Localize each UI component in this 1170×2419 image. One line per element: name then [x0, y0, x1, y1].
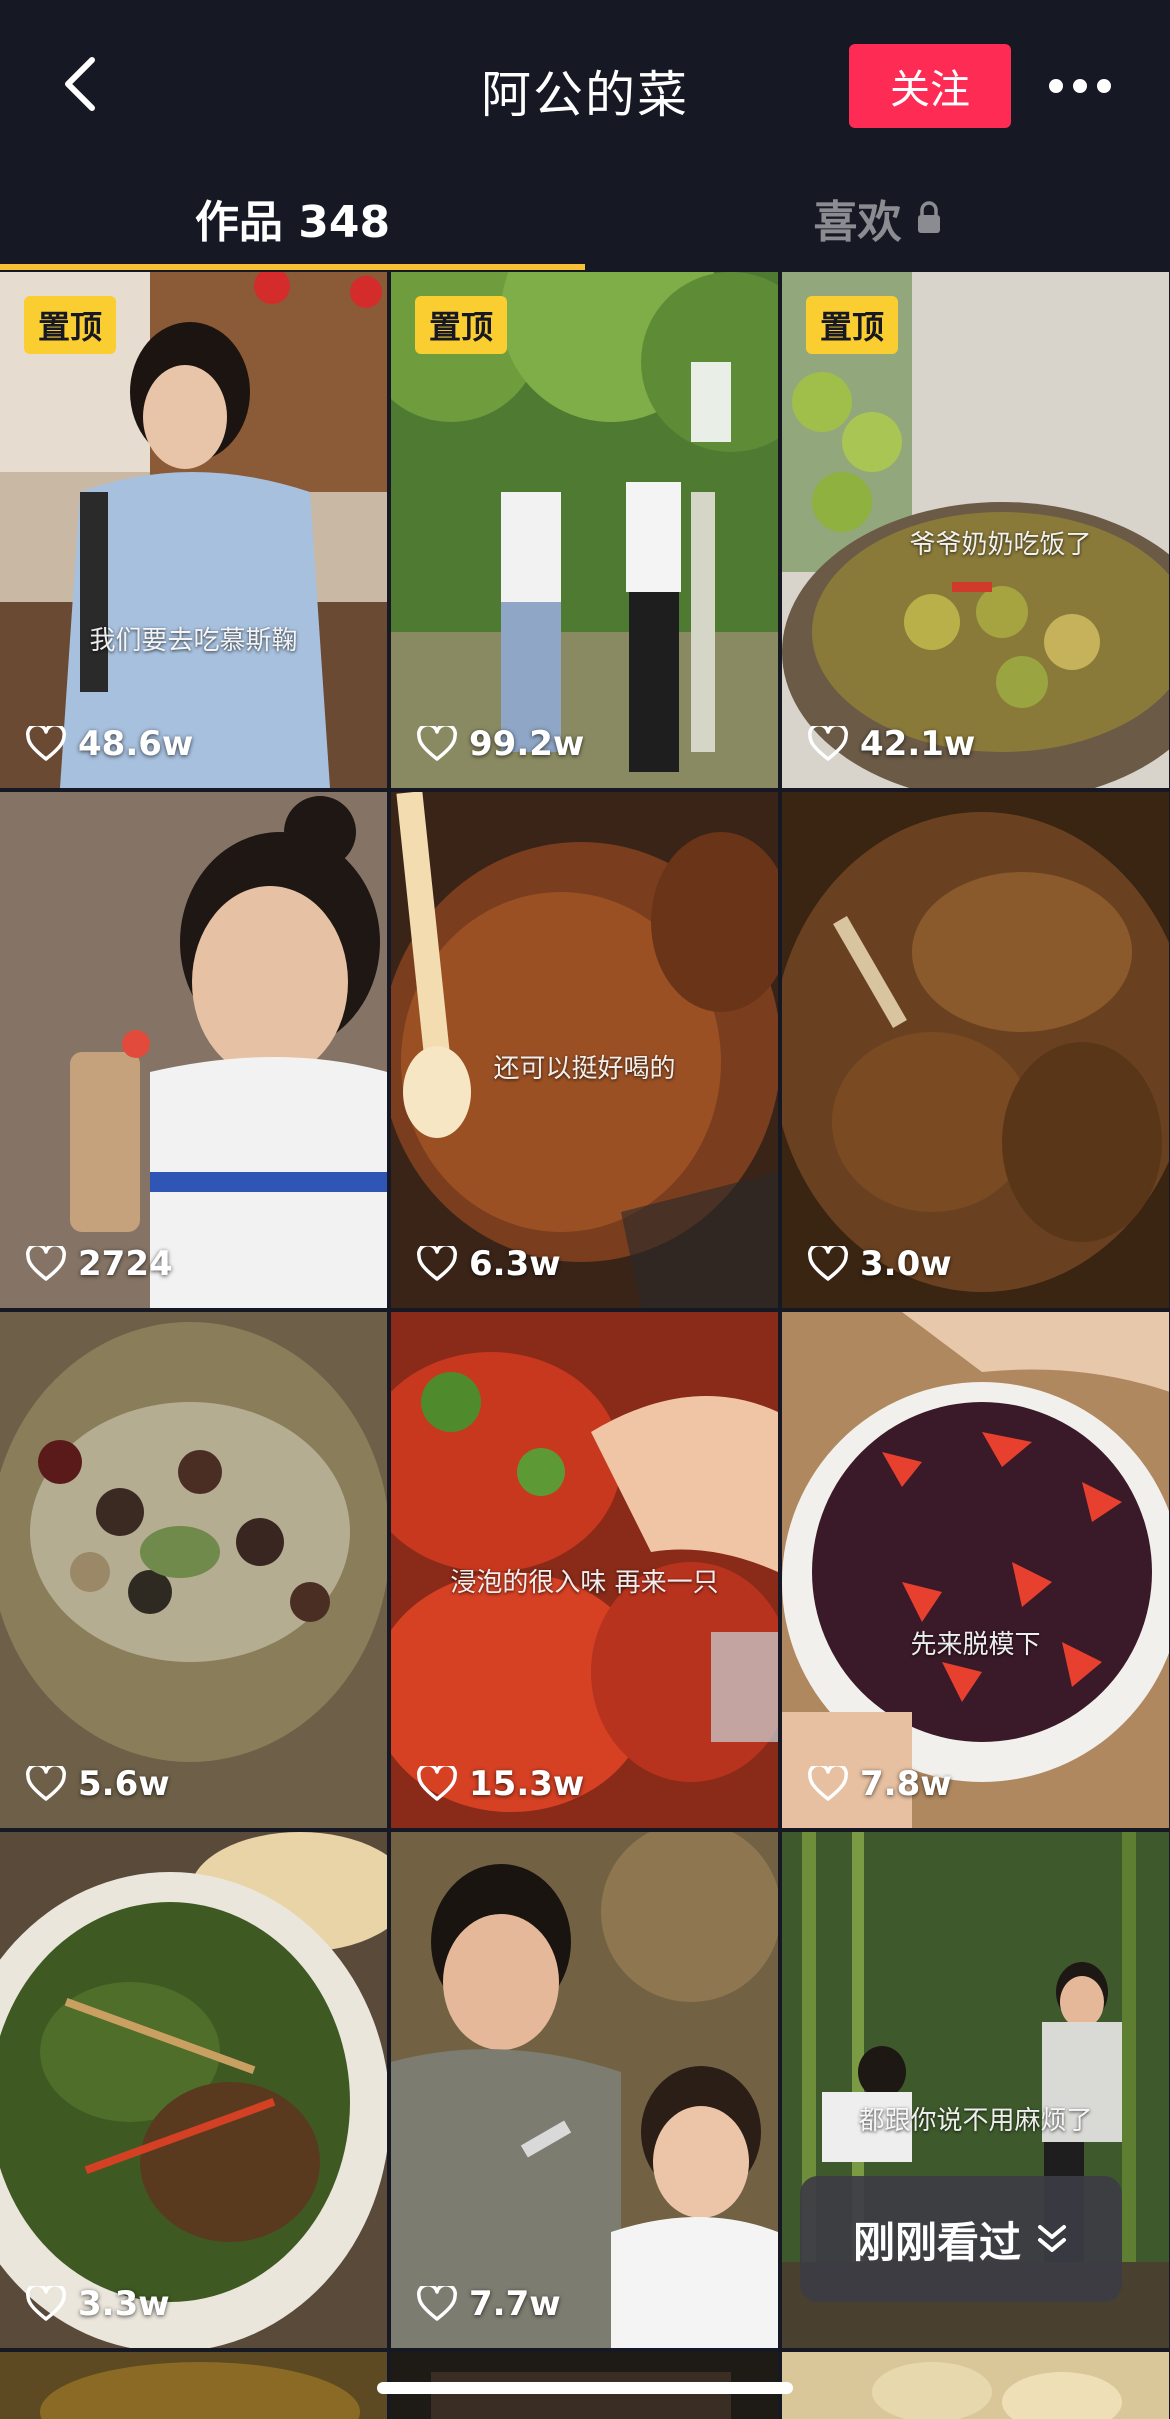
pinned-badge: 置顶 — [806, 296, 899, 354]
like-count: 5.6w — [26, 1764, 170, 1804]
thumbnail-image — [0, 2352, 387, 2419]
more-button[interactable] — [1040, 58, 1120, 114]
like-count: 99.2w — [417, 724, 584, 764]
video-caption: 浸泡的很入味 再来一只 — [450, 1568, 719, 1598]
video-thumbnail[interactable]: 5.6w — [0, 1312, 387, 1828]
active-tab-indicator — [0, 264, 585, 270]
video-caption: 还可以挺好喝的 — [493, 1054, 676, 1084]
lock-icon — [916, 201, 942, 235]
like-count-value: 2724 — [78, 1244, 173, 1284]
pinned-badge: 置顶 — [415, 296, 508, 354]
like-count: 3.3w — [26, 2284, 170, 2324]
heart-icon — [26, 1766, 66, 1801]
like-count-value: 6.3w — [469, 1244, 561, 1284]
profile-screen: 阿公的菜 关注 作品 348 喜欢 置顶 我们要去吃慕斯鞠 48.6w 置顶 9… — [0, 0, 1170, 2419]
heart-icon — [417, 1766, 457, 1801]
video-thumbnail[interactable]: 7.7w — [391, 1832, 778, 2348]
top-bar: 阿公的菜 关注 — [0, 0, 1170, 170]
like-count: 6.3w — [417, 1244, 561, 1284]
video-caption: 爷爷奶奶吃饭了 — [909, 530, 1092, 560]
thumbnail-image — [782, 1312, 1169, 1828]
like-count-value: 15.3w — [469, 1764, 585, 1804]
video-caption: 先来脱模下 — [910, 1630, 1041, 1660]
heart-icon — [808, 726, 848, 761]
thumbnail-image — [0, 792, 387, 1308]
tab-works-label: 作品 348 — [194, 197, 391, 248]
heart-icon — [26, 726, 66, 761]
heart-icon — [26, 1246, 66, 1281]
like-count-value: 3.3w — [78, 2284, 170, 2324]
video-thumbnail[interactable]: 3.3w — [0, 1832, 387, 2348]
tab-works[interactable]: 作品 348 — [0, 170, 585, 266]
like-count-value: 5.6w — [78, 1764, 170, 1804]
double-chevron-down-icon — [1038, 2225, 1066, 2252]
pinned-badge: 置顶 — [24, 296, 117, 354]
video-thumbnail[interactable]: 置顶 99.2w — [391, 272, 778, 788]
like-count: 15.3w — [417, 1764, 584, 1804]
video-thumbnail[interactable]: 先来脱模下 7.8w — [782, 1312, 1169, 1828]
video-thumbnail[interactable] — [0, 2352, 387, 2419]
heart-icon — [417, 2286, 457, 2321]
tab-likes-label: 喜欢 — [813, 197, 902, 248]
video-thumbnail[interactable]: 2724 — [0, 792, 387, 1308]
heart-icon — [417, 1246, 457, 1281]
heart-icon — [417, 726, 457, 761]
follow-button[interactable]: 关注 — [849, 44, 1011, 128]
tab-likes[interactable]: 喜欢 — [585, 170, 1170, 266]
heart-icon — [26, 2286, 66, 2321]
thumbnail-image — [0, 1312, 387, 1828]
like-count: 48.6w — [26, 724, 193, 764]
thumbnail-image — [0, 1832, 387, 2348]
recently-watched-label: 刚刚看过 — [852, 2217, 1021, 2267]
like-count-value: 48.6w — [78, 724, 194, 764]
video-thumbnail[interactable]: 还可以挺好喝的 6.3w — [391, 792, 778, 1308]
thumbnail-image — [782, 792, 1169, 1308]
like-count: 7.8w — [808, 1764, 952, 1804]
like-count-value: 3.0w — [860, 1244, 952, 1284]
like-count: 42.1w — [808, 724, 975, 764]
ellipsis-icon — [1049, 79, 1111, 93]
heart-icon — [808, 1246, 848, 1281]
video-caption: 都跟你说不用麻烦了 — [858, 2106, 1093, 2136]
heart-icon — [808, 1766, 848, 1801]
like-count: 3.0w — [808, 1244, 952, 1284]
home-indicator[interactable] — [377, 2382, 793, 2394]
video-thumbnail[interactable] — [782, 2352, 1169, 2419]
thumbnail-image — [391, 1832, 778, 2348]
video-thumbnail[interactable]: 浸泡的很入味 再来一只 15.3w — [391, 1312, 778, 1828]
thumbnail-image — [782, 2352, 1169, 2419]
like-count-value: 99.2w — [469, 724, 585, 764]
video-thumbnail[interactable]: 置顶 我们要去吃慕斯鞠 48.6w — [0, 272, 387, 788]
like-count-value: 42.1w — [860, 724, 976, 764]
recently-watched-button[interactable]: 刚刚看过 — [800, 2176, 1122, 2302]
video-thumbnail[interactable]: 3.0w — [782, 792, 1169, 1308]
like-count: 2724 — [26, 1244, 173, 1284]
video-caption: 我们要去吃慕斯鞠 — [89, 626, 298, 656]
like-count-value: 7.8w — [860, 1764, 952, 1804]
like-count-value: 7.7w — [469, 2284, 561, 2324]
video-thumbnail[interactable]: 置顶 爷爷奶奶吃饭了 42.1w — [782, 272, 1169, 788]
like-count: 7.7w — [417, 2284, 561, 2324]
profile-tabs: 作品 348 喜欢 — [0, 170, 1170, 270]
